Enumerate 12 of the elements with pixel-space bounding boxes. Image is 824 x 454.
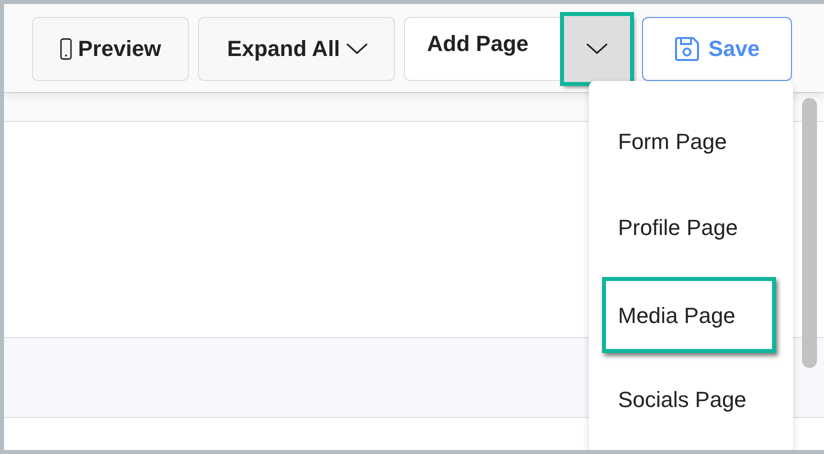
phone-icon	[60, 38, 72, 60]
scrollbar[interactable]	[802, 98, 817, 368]
menu-item[interactable]: Profile Page	[589, 191, 793, 277]
preview-button[interactable]: Preview	[32, 17, 190, 81]
chevron-down-icon	[586, 43, 608, 55]
menu-item[interactable]: Socials Page	[589, 363, 793, 449]
expand-all-button[interactable]: Expand All	[198, 17, 396, 81]
chevron-down-icon	[346, 43, 368, 55]
menu-item[interactable]: Form Page	[589, 105, 793, 191]
add-page-button[interactable]: Add Page	[404, 17, 562, 81]
menu-item[interactable]: Media Page	[602, 277, 776, 353]
dropdown-toggle-button[interactable]	[562, 14, 632, 84]
